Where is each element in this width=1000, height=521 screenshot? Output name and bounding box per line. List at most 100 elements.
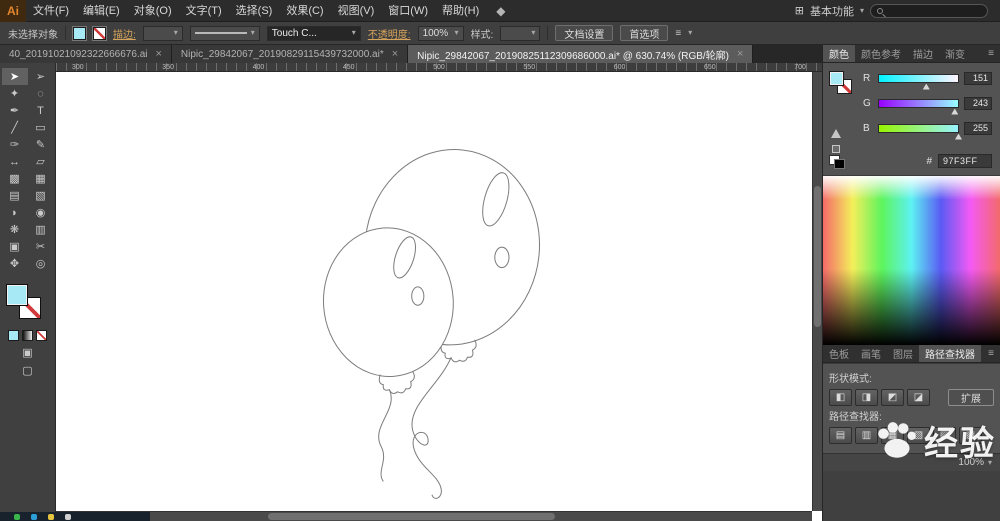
unite-button[interactable]: ◧ — [829, 389, 852, 406]
tab-brushes[interactable]: 画笔 — [855, 345, 887, 362]
stroke-link[interactable]: 描边: — [113, 26, 136, 41]
tab-swatches[interactable]: 色板 — [823, 345, 855, 362]
ruler-horizontal[interactable]: 300 350 400 450 500 550 600 650 700 — [56, 63, 822, 72]
line-segment-tool[interactable]: ╱ — [2, 119, 28, 136]
green-slider[interactable] — [878, 98, 959, 115]
close-icon[interactable]: × — [392, 48, 398, 60]
document-tab-active[interactable]: Nipic_29842067_20190825112309686000.ai* … — [408, 45, 754, 63]
horizontal-scrollbar[interactable] — [56, 511, 812, 521]
hex-value-field[interactable]: 97F3FF — [938, 154, 992, 168]
opacity-link[interactable]: 不透明度: — [368, 26, 411, 41]
zoom-tool[interactable]: ◎ — [28, 255, 54, 272]
black-white-swatch[interactable] — [829, 154, 845, 169]
stroke-color-control[interactable] — [93, 26, 106, 40]
menu-select[interactable]: 选择(S) — [229, 0, 280, 22]
perspective-grid-tool[interactable]: ▦ — [28, 170, 54, 187]
symbol-sprayer-tool[interactable]: ❋ — [2, 221, 28, 238]
vertical-scrollbar[interactable] — [812, 72, 822, 511]
tab-stroke[interactable]: 描边 — [907, 45, 939, 62]
column-graph-tool[interactable]: ▥ — [28, 221, 54, 238]
blend-tool[interactable]: ◉ — [28, 204, 54, 221]
opacity-dropdown[interactable]: 100% ▾ — [417, 25, 464, 41]
drawing-mode-button[interactable]: ▣ — [22, 348, 32, 359]
menu-help[interactable]: 帮助(H) — [435, 0, 486, 22]
free-transform-tool[interactable]: ▱ — [28, 153, 54, 170]
slider-handle[interactable] — [922, 83, 930, 90]
tab-layers[interactable]: 图层 — [887, 345, 919, 362]
close-icon[interactable]: × — [155, 48, 161, 60]
green-value-field[interactable]: 243 — [964, 96, 992, 110]
taskbar-icon[interactable] — [14, 513, 20, 520]
taskbar-icon[interactable] — [48, 513, 54, 520]
none-button[interactable] — [36, 330, 47, 341]
app-logo[interactable]: Ai — [0, 0, 26, 22]
width-tool[interactable]: ↔ — [2, 153, 28, 170]
shape-builder-tool[interactable]: ▩ — [2, 170, 28, 187]
slider-handle[interactable] — [951, 108, 959, 115]
align-menu-icon[interactable]: ≡ — [675, 28, 681, 39]
eyedropper-tool[interactable]: ◗ — [2, 204, 28, 221]
menu-edit[interactable]: 编辑(E) — [76, 0, 127, 22]
color-button[interactable] — [8, 330, 19, 341]
fill-color-swatch[interactable] — [6, 284, 28, 306]
canvas[interactable]: 300 350 400 450 500 550 600 650 700 — [56, 63, 822, 521]
workspace-switcher[interactable]: 基本功能 — [810, 3, 854, 19]
blue-slider[interactable] — [878, 123, 962, 140]
web-color-cube-icon[interactable] — [832, 145, 840, 153]
intersect-button[interactable]: ◩ — [881, 389, 904, 406]
vertical-scrollbar-thumb[interactable] — [814, 186, 821, 327]
preferences-button[interactable]: 首选项 — [620, 25, 669, 41]
menu-effect[interactable]: 效果(C) — [279, 0, 330, 22]
horizontal-scrollbar-thumb[interactable] — [267, 513, 555, 520]
paintbrush-tool[interactable]: ✑ — [2, 136, 28, 153]
menu-type[interactable]: 文字(T) — [179, 0, 229, 22]
color-spectrum[interactable] — [823, 175, 1000, 345]
gradient-tool[interactable]: ▧ — [28, 187, 54, 204]
mesh-tool[interactable]: ▤ — [2, 187, 28, 204]
panel-menu-icon[interactable]: ≡ — [982, 45, 1000, 62]
expand-button[interactable]: 扩展 — [948, 389, 994, 406]
red-value-field[interactable]: 151 — [964, 71, 992, 85]
gamut-warning-icon[interactable] — [831, 129, 841, 138]
magic-wand-tool[interactable]: ✦ — [2, 85, 28, 102]
divide-button[interactable]: ▤ — [829, 427, 852, 444]
tab-gradient[interactable]: 渐变 — [939, 45, 971, 62]
direct-selection-tool[interactable]: ➢ — [28, 68, 54, 85]
document-tab[interactable]: Nipic_29842067_20190829115439732000.ai* … — [171, 45, 409, 63]
menu-file[interactable]: 文件(F) — [26, 0, 76, 22]
document-setup-button[interactable]: 文档设置 — [555, 25, 614, 41]
menu-window[interactable]: 窗口(W) — [381, 0, 435, 22]
slider-handle[interactable] — [955, 133, 962, 140]
menu-view[interactable]: 视图(V) — [331, 0, 382, 22]
gradient-button[interactable] — [22, 330, 33, 341]
tab-pathfinder[interactable]: 路径查找器 — [919, 345, 981, 362]
tab-color[interactable]: 颜色 — [823, 45, 855, 62]
close-icon[interactable]: × — [737, 48, 743, 60]
search-input[interactable] — [870, 3, 988, 18]
document-tab[interactable]: 40_20191021092322666676.ai × — [0, 45, 172, 63]
profile-dropdown[interactable]: Touch C... ▾ — [266, 25, 361, 41]
taskbar-icon[interactable] — [31, 513, 37, 520]
blue-value-field[interactable]: 255 — [964, 121, 992, 135]
hand-tool[interactable]: ✥ — [2, 255, 28, 272]
selection-tool[interactable]: ➤ — [1, 68, 28, 85]
taskbar-icon[interactable] — [65, 513, 71, 520]
brush-definition-dropdown[interactable]: ▾ — [189, 25, 260, 41]
tab-color-guide[interactable]: 颜色参考 — [855, 45, 907, 62]
bridge-icon[interactable]: ◆ — [496, 4, 505, 18]
pen-tool[interactable]: ✒ — [2, 102, 28, 119]
lasso-tool[interactable]: ◌ — [28, 85, 54, 102]
rectangle-tool[interactable]: ▭ — [28, 119, 54, 136]
artboard-tool[interactable]: ▣ — [2, 238, 28, 255]
exclude-button[interactable]: ◪ — [907, 389, 930, 406]
panel-fill-swatch[interactable] — [829, 71, 844, 86]
menu-object[interactable]: 对象(O) — [127, 0, 179, 22]
screen-mode-button[interactable]: ▢ — [22, 366, 32, 377]
pencil-tool[interactable]: ✎ — [28, 136, 54, 153]
minus-front-button[interactable]: ◨ — [855, 389, 878, 406]
fill-color-control[interactable] — [73, 26, 86, 40]
slice-tool[interactable]: ✂ — [28, 238, 54, 255]
type-tool[interactable]: T — [28, 102, 54, 119]
stroke-weight-dropdown[interactable]: ▾ — [142, 25, 183, 41]
red-slider[interactable] — [878, 73, 959, 90]
